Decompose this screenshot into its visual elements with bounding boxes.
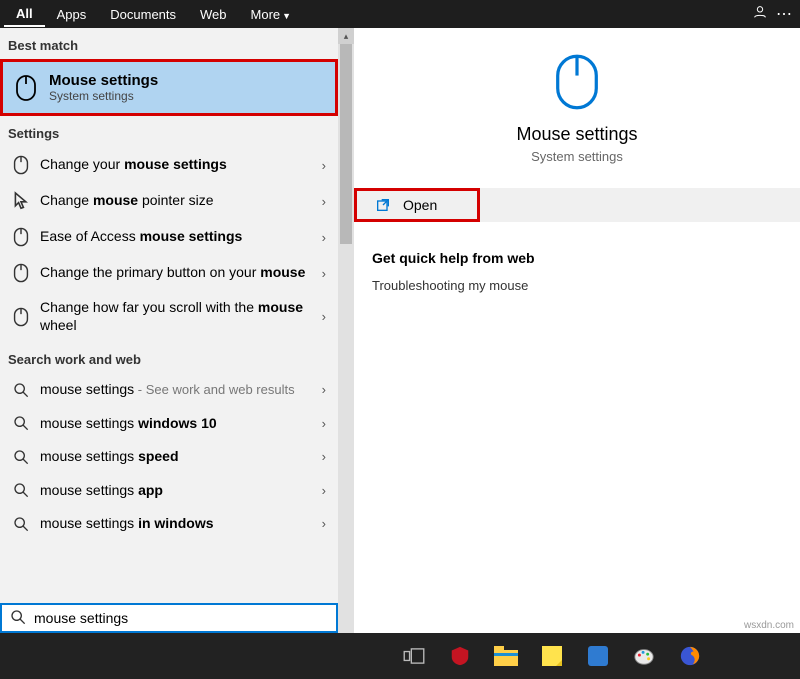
search-filter-tabs: All Apps Documents Web More▼ ⋯ xyxy=(0,0,800,28)
detail-title: Mouse settings xyxy=(354,124,800,145)
chevron-right-icon: › xyxy=(318,516,330,531)
result-label: Change how far you scroll with the mouse… xyxy=(40,299,318,334)
tab-documents[interactable]: Documents xyxy=(98,3,188,26)
web-result-app[interactable]: mouse settings app › xyxy=(0,474,338,508)
web-result-in-windows[interactable]: mouse settings in windows › xyxy=(0,507,338,541)
web-result-mouse-settings[interactable]: mouse settings - See work and web result… xyxy=(0,373,338,407)
result-label: Change the primary button on your mouse xyxy=(40,264,318,282)
search-input[interactable] xyxy=(34,610,328,626)
scroll-up-icon[interactable]: ▴ xyxy=(338,28,354,44)
tab-more[interactable]: More▼ xyxy=(239,3,304,26)
file-explorer-icon[interactable] xyxy=(492,642,520,670)
result-label: Change your mouse settings xyxy=(40,156,318,174)
open-button[interactable]: Open xyxy=(354,188,480,222)
result-label: mouse settings windows 10 xyxy=(40,415,318,433)
app-icon-blue[interactable] xyxy=(584,642,612,670)
quick-help-header: Get quick help from web xyxy=(372,250,782,266)
web-result-windows-10[interactable]: mouse settings windows 10 › xyxy=(0,407,338,441)
result-label: mouse settings speed xyxy=(40,448,318,466)
best-match-mouse-settings[interactable]: Mouse settings System settings xyxy=(0,59,338,116)
chevron-right-icon: › xyxy=(318,416,330,431)
chevron-right-icon: › xyxy=(318,382,330,397)
help-troubleshooting-mouse[interactable]: Troubleshooting my mouse xyxy=(372,278,782,293)
scroll-thumb[interactable] xyxy=(340,44,352,244)
mouse-icon xyxy=(11,73,41,103)
detail-subtitle: System settings xyxy=(354,149,800,164)
mouse-icon xyxy=(8,263,34,283)
mcafee-icon[interactable] xyxy=(446,642,474,670)
tab-apps[interactable]: Apps xyxy=(45,3,99,26)
mouse-icon xyxy=(8,307,34,327)
chevron-right-icon: › xyxy=(318,158,330,173)
paint-icon[interactable] xyxy=(630,642,658,670)
search-box[interactable] xyxy=(0,603,338,633)
options-icon[interactable]: ⋯ xyxy=(772,4,796,24)
result-label: mouse settings app xyxy=(40,482,318,500)
task-view-icon[interactable] xyxy=(400,642,428,670)
feedback-icon[interactable] xyxy=(748,4,772,25)
open-icon xyxy=(375,197,391,213)
scrollbar[interactable]: ▴ xyxy=(338,28,354,633)
cursor-icon xyxy=(8,191,34,211)
best-match-header: Best match xyxy=(0,28,338,59)
mouse-icon xyxy=(8,155,34,175)
best-match-title: Mouse settings xyxy=(49,72,158,89)
result-label: Ease of Access mouse settings xyxy=(40,228,318,246)
mouse-icon xyxy=(547,52,607,112)
settings-header: Settings xyxy=(0,116,338,147)
search-icon xyxy=(8,516,34,532)
search-icon xyxy=(8,382,34,398)
tab-web[interactable]: Web xyxy=(188,3,239,26)
result-label: mouse settings - See work and web result… xyxy=(40,381,318,399)
web-result-speed[interactable]: mouse settings speed › xyxy=(0,440,338,474)
search-icon xyxy=(8,482,34,498)
chevron-down-icon: ▼ xyxy=(282,11,291,21)
chevron-right-icon: › xyxy=(318,309,330,324)
search-work-web-header: Search work and web xyxy=(0,342,338,373)
search-icon xyxy=(8,449,34,465)
taskbar xyxy=(0,633,800,679)
chevron-right-icon: › xyxy=(318,194,330,209)
detail-panel: Mouse settings System settings Open Get … xyxy=(354,28,800,633)
result-label: Change mouse pointer size xyxy=(40,192,318,210)
tab-all[interactable]: All xyxy=(4,2,45,27)
result-label: mouse settings in windows xyxy=(40,515,318,533)
chevron-right-icon: › xyxy=(318,230,330,245)
chevron-right-icon: › xyxy=(318,449,330,464)
result-scroll-wheel[interactable]: Change how far you scroll with the mouse… xyxy=(0,291,338,342)
firefox-icon[interactable] xyxy=(676,642,704,670)
result-primary-button[interactable]: Change the primary button on your mouse … xyxy=(0,255,338,291)
watermark: wsxdn.com xyxy=(744,620,794,631)
result-change-mouse-settings[interactable]: Change your mouse settings › xyxy=(0,147,338,183)
open-label: Open xyxy=(403,197,437,213)
sticky-notes-icon[interactable] xyxy=(538,642,566,670)
chevron-right-icon: › xyxy=(318,483,330,498)
search-icon xyxy=(8,415,34,431)
mouse-icon xyxy=(8,227,34,247)
result-ease-of-access-mouse[interactable]: Ease of Access mouse settings › xyxy=(0,219,338,255)
best-match-subtitle: System settings xyxy=(49,89,158,103)
chevron-right-icon: › xyxy=(318,266,330,281)
search-icon xyxy=(10,609,26,628)
results-panel: Best match Mouse settings System setting… xyxy=(0,28,338,633)
result-change-pointer-size[interactable]: Change mouse pointer size › xyxy=(0,183,338,219)
